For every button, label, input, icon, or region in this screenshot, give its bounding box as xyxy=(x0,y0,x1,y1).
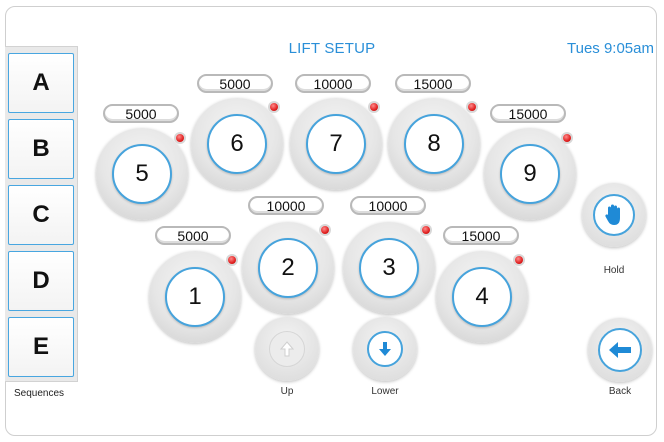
sequence-button-a[interactable]: A xyxy=(8,53,74,113)
lift-9-status-led xyxy=(563,134,571,142)
sequence-button-d[interactable]: D xyxy=(8,251,74,311)
page-title: LIFT SETUP xyxy=(288,40,376,57)
hand-icon xyxy=(593,194,635,236)
lift-3-button[interactable]: 3 xyxy=(343,222,435,314)
sequence-button-b[interactable]: B xyxy=(8,119,74,179)
back-button[interactable] xyxy=(588,318,652,382)
lift-3-label: 3 xyxy=(359,238,419,298)
lift-5-status-led xyxy=(176,134,184,142)
lift-2-status-led xyxy=(321,226,329,234)
lift-2-weight[interactable]: 10000 xyxy=(248,196,324,215)
lift-1-label: 1 xyxy=(165,267,225,327)
lift-4-label: 4 xyxy=(452,267,512,327)
lift-7-weight[interactable]: 10000 xyxy=(295,74,371,93)
lift-2-button[interactable]: 2 xyxy=(242,222,334,314)
sequence-button-c[interactable]: C xyxy=(8,185,74,245)
lift-6-button[interactable]: 6 xyxy=(191,98,283,190)
sequence-button-e[interactable]: E xyxy=(8,317,74,377)
lift-3-weight[interactable]: 10000 xyxy=(350,196,426,215)
lift-6-weight[interactable]: 5000 xyxy=(197,74,273,93)
lift-1-weight[interactable]: 5000 xyxy=(155,226,231,245)
lift-7-label: 7 xyxy=(306,114,366,174)
lift-3-status-led xyxy=(422,226,430,234)
lift-7-status-led xyxy=(370,103,378,111)
lift-9-button[interactable]: 9 xyxy=(484,128,576,220)
lift-2-label: 2 xyxy=(258,238,318,298)
lift-6-status-led xyxy=(270,103,278,111)
screen-frame xyxy=(5,6,657,436)
lift-8-label: 8 xyxy=(404,114,464,174)
lift-9-weight[interactable]: 15000 xyxy=(490,104,566,123)
up-arrow-icon xyxy=(269,331,305,367)
lift-5-weight[interactable]: 5000 xyxy=(103,104,179,123)
hold-label: Hold xyxy=(603,265,625,276)
lift-9-label: 9 xyxy=(500,144,560,204)
lift-5-label: 5 xyxy=(112,144,172,204)
lift-7-button[interactable]: 7 xyxy=(290,98,382,190)
lift-8-status-led xyxy=(468,103,476,111)
back-label: Back xyxy=(608,386,632,397)
lift-6-label: 6 xyxy=(207,114,267,174)
down-arrow-icon xyxy=(367,331,403,367)
lift-8-weight[interactable]: 15000 xyxy=(395,74,471,93)
up-button[interactable] xyxy=(255,317,319,381)
sequence-panel: A B C D E xyxy=(5,46,78,382)
up-label: Up xyxy=(280,386,294,397)
lift-4-status-led xyxy=(515,256,523,264)
sequences-label: Sequences xyxy=(14,388,65,399)
lift-1-button[interactable]: 1 xyxy=(149,251,241,343)
lower-button[interactable] xyxy=(353,317,417,381)
lift-4-weight[interactable]: 15000 xyxy=(443,226,519,245)
back-arrow-icon xyxy=(598,328,642,372)
hold-button[interactable] xyxy=(582,183,646,247)
lower-label: Lower xyxy=(371,386,399,397)
lift-1-status-led xyxy=(228,256,236,264)
clock: Tues 9:05am xyxy=(567,40,654,57)
lift-5-button[interactable]: 5 xyxy=(96,128,188,220)
lift-4-button[interactable]: 4 xyxy=(436,251,528,343)
lift-8-button[interactable]: 8 xyxy=(388,98,480,190)
